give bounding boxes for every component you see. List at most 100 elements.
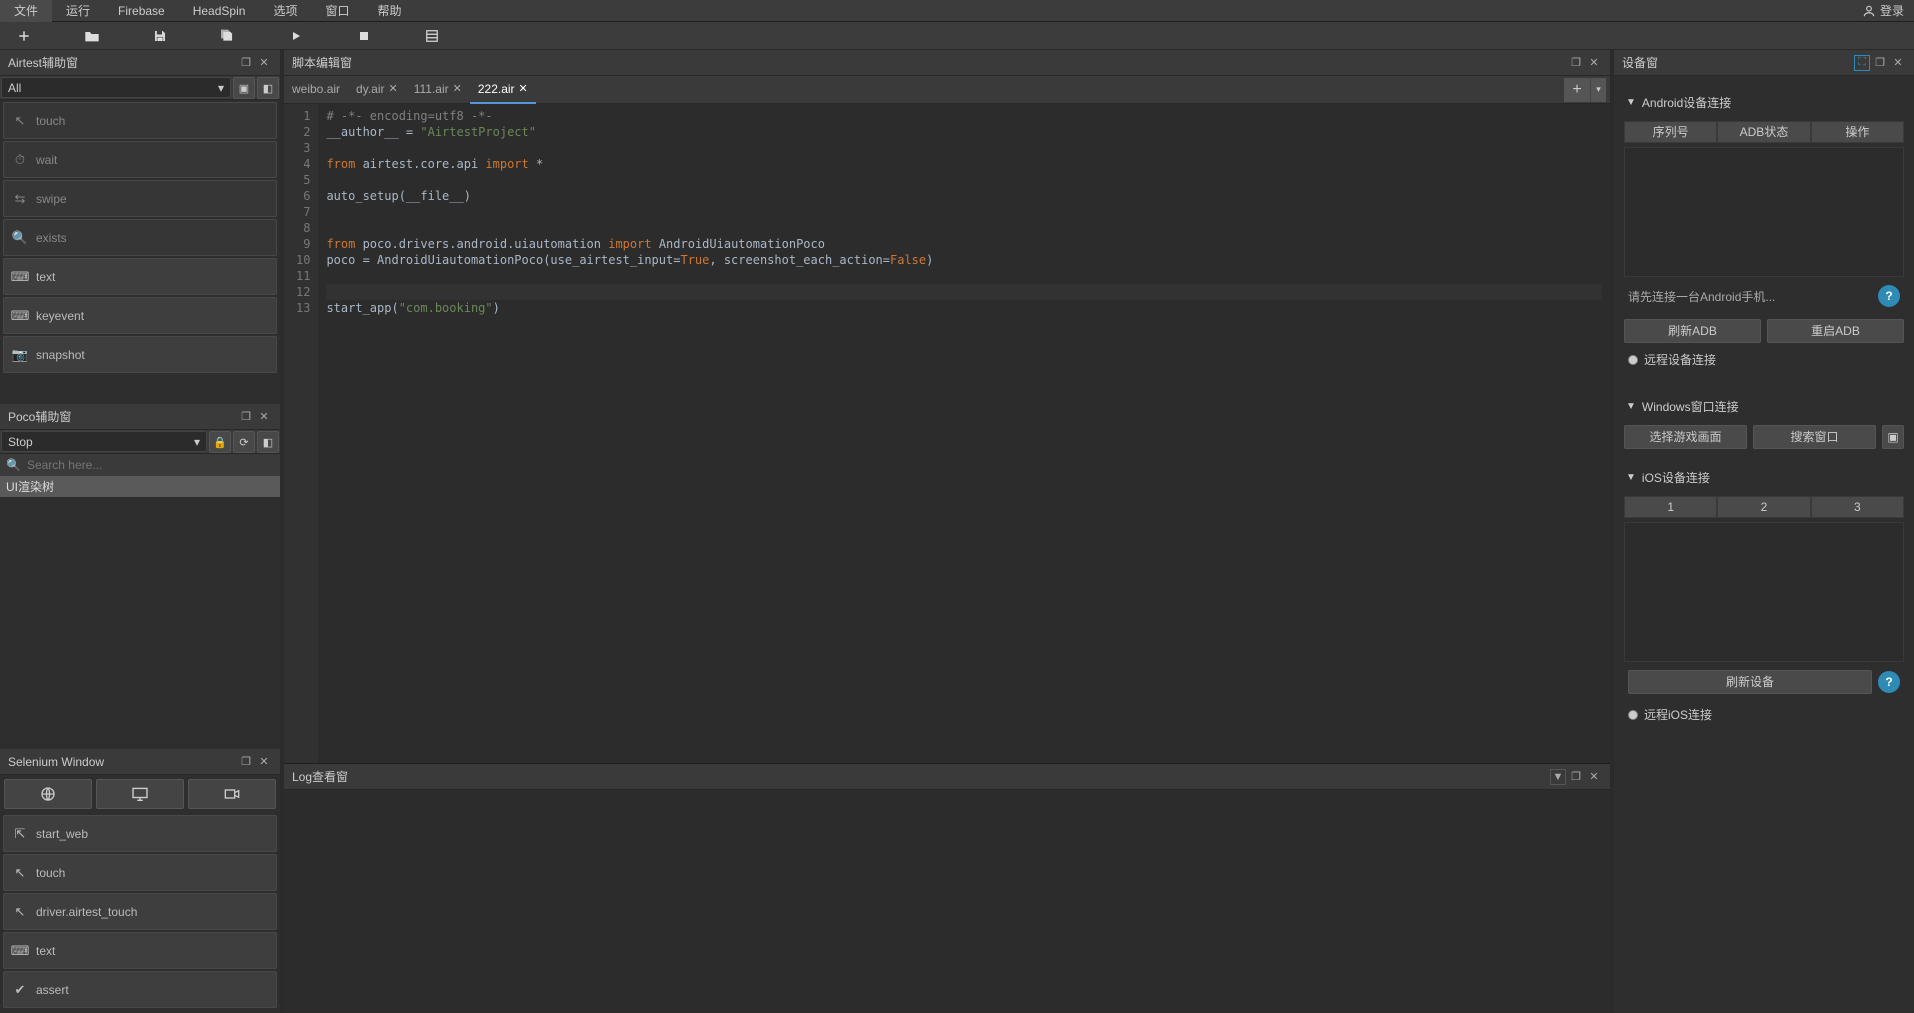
touch-icon: ↖: [12, 113, 28, 129]
chevron-down-icon: ▼: [1626, 97, 1636, 108]
restart-adb-button[interactable]: 重启ADB: [1767, 319, 1904, 343]
ios-section-header[interactable]: ▼iOS设备连接: [1618, 463, 1910, 492]
airtest-touch[interactable]: ↖touch: [3, 102, 277, 139]
menu-运行[interactable]: 运行: [52, 0, 104, 22]
help-button[interactable]: ?: [1878, 671, 1900, 693]
tab-222.air[interactable]: 222.air✕: [470, 76, 536, 104]
restore-icon[interactable]: ❐: [1872, 55, 1888, 71]
login-button[interactable]: 登录: [1852, 2, 1914, 19]
tab-111.air[interactable]: 111.air✕: [406, 76, 470, 104]
restore-icon[interactable]: ❐: [238, 409, 254, 425]
ui-tree-root[interactable]: UI渲染树: [0, 476, 280, 497]
selenium-start_web[interactable]: ⇱start_web: [3, 815, 277, 852]
capture-button[interactable]: ▣: [233, 77, 255, 99]
code-editor[interactable]: 12345678910111213 # -*- encoding=utf8 -*…: [284, 104, 1610, 763]
tab-close-icon[interactable]: ✕: [519, 76, 528, 102]
android-section-header[interactable]: ▼Android设备连接: [1618, 88, 1910, 117]
remote-connect-row[interactable]: 远程设备连接: [1618, 347, 1910, 372]
add-tab-button[interactable]: +: [1564, 78, 1590, 102]
restore-icon[interactable]: ❐: [238, 55, 254, 71]
exists-icon: 🔍: [12, 230, 28, 246]
select-game-window-button[interactable]: 选择游戏画面: [1624, 425, 1747, 449]
poco-mode-select[interactable]: Stop▾: [1, 431, 207, 452]
log-panel-title: Log查看窗: [292, 768, 1548, 785]
restore-icon[interactable]: ❐: [238, 754, 254, 770]
toolbar: [0, 22, 1914, 50]
menu-Firebase[interactable]: Firebase: [104, 0, 179, 22]
capture2-button[interactable]: ◧: [257, 77, 279, 99]
tab-close-icon[interactable]: ✕: [388, 76, 397, 102]
run-button[interactable]: [278, 24, 314, 48]
selenium-text[interactable]: ⌨text: [3, 932, 277, 969]
touch-icon: ↖: [12, 904, 28, 920]
selenium-record-button[interactable]: [188, 779, 276, 809]
radio-icon: [1628, 710, 1638, 720]
search-window-button[interactable]: 搜索窗口: [1753, 425, 1876, 449]
chevron-down-icon: ▼: [1626, 472, 1636, 483]
close-icon[interactable]: ✕: [1586, 55, 1602, 71]
airtest-exists[interactable]: 🔍exists: [3, 219, 277, 256]
selenium-panel-title: Selenium Window: [8, 755, 236, 769]
close-icon[interactable]: ✕: [256, 55, 272, 71]
save-button[interactable]: [142, 24, 178, 48]
touch-icon: ↖: [12, 865, 28, 881]
menu-文件[interactable]: 文件: [0, 0, 52, 22]
selenium-desktop-button[interactable]: [96, 779, 184, 809]
airtest-snapshot[interactable]: 📷snapshot: [3, 336, 277, 373]
airtest-text[interactable]: ⌨text: [3, 258, 277, 295]
restore-icon[interactable]: ❐: [1568, 769, 1584, 785]
airtest-keyevent[interactable]: ⌨keyevent: [3, 297, 277, 334]
help-button[interactable]: ?: [1878, 285, 1900, 307]
poco-search-input[interactable]: [27, 458, 274, 472]
tab-dy.air[interactable]: dy.air✕: [348, 76, 406, 104]
device-panel-title: 设备窗: [1622, 54, 1852, 71]
chevron-down-icon: ▼: [1626, 401, 1636, 412]
airtest-swipe[interactable]: ⇆swipe: [3, 180, 277, 217]
ios-device-table-header: 1 2 3: [1624, 496, 1904, 518]
tab-weibo.air[interactable]: weibo.air: [284, 76, 348, 104]
open-file-button[interactable]: [74, 24, 110, 48]
stop-button[interactable]: [346, 24, 382, 48]
selenium-assert[interactable]: ✔assert: [3, 971, 277, 1008]
text-icon: ⌨: [12, 269, 28, 285]
menu-选项[interactable]: 选项: [259, 0, 311, 22]
menu-帮助[interactable]: 帮助: [363, 0, 415, 22]
airtest-panel-title: Airtest辅助窗: [8, 54, 236, 71]
airtest-wait[interactable]: ⏱wait: [3, 141, 277, 178]
lock-button[interactable]: 🔒: [209, 431, 231, 453]
menu-HeadSpin[interactable]: HeadSpin: [179, 0, 260, 22]
refresh-adb-button[interactable]: 刷新ADB: [1624, 319, 1761, 343]
tab-close-icon[interactable]: ✕: [453, 76, 462, 102]
filter-icon[interactable]: ▼: [1550, 769, 1566, 785]
close-icon[interactable]: ✕: [1890, 55, 1906, 71]
close-icon[interactable]: ✕: [256, 409, 272, 425]
android-hint: 请先连接一台Android手机...: [1628, 288, 1872, 305]
poco-panel: Poco辅助窗 ❐ ✕ Stop▾ 🔒 ⟳ ◧ 🔍 UI渲染树: [0, 404, 280, 745]
close-icon[interactable]: ✕: [256, 754, 272, 770]
save-all-button[interactable]: [210, 24, 246, 48]
menu-窗口[interactable]: 窗口: [311, 0, 363, 22]
text-icon: ⌨: [12, 943, 28, 959]
windows-section-header[interactable]: ▼Windows窗口连接: [1618, 392, 1910, 421]
refresh-ios-button[interactable]: 刷新设备: [1628, 670, 1872, 694]
user-icon: [1862, 4, 1876, 18]
refresh-button[interactable]: ⟳: [233, 431, 255, 453]
selenium-touch[interactable]: ↖touch: [3, 854, 277, 891]
tool-icon[interactable]: ⛶: [1854, 55, 1870, 71]
window-picker-button[interactable]: ▣: [1882, 425, 1904, 449]
remote-ios-row[interactable]: 远程iOS连接: [1618, 702, 1910, 727]
keyevent-icon: ⌨: [12, 308, 28, 324]
close-icon[interactable]: ✕: [1586, 769, 1602, 785]
airtest-filter-select[interactable]: All▾: [1, 77, 231, 98]
selenium-panel: Selenium Window ❐ ✕ ⇱start_web↖touch↖dri…: [0, 749, 280, 1009]
android-device-table-body: [1624, 147, 1904, 277]
restore-icon[interactable]: ❐: [1568, 55, 1584, 71]
selenium-globe-button[interactable]: [4, 779, 92, 809]
assert-icon: ✔: [12, 982, 28, 998]
new-file-button[interactable]: [6, 24, 42, 48]
settings-button[interactable]: ◧: [257, 431, 279, 453]
report-button[interactable]: [414, 24, 450, 48]
selenium-driver-airtest_touch[interactable]: ↖driver.airtest_touch: [3, 893, 277, 930]
snapshot-icon: 📷: [12, 347, 28, 363]
tab-dropdown-button[interactable]: ▾: [1590, 78, 1606, 102]
